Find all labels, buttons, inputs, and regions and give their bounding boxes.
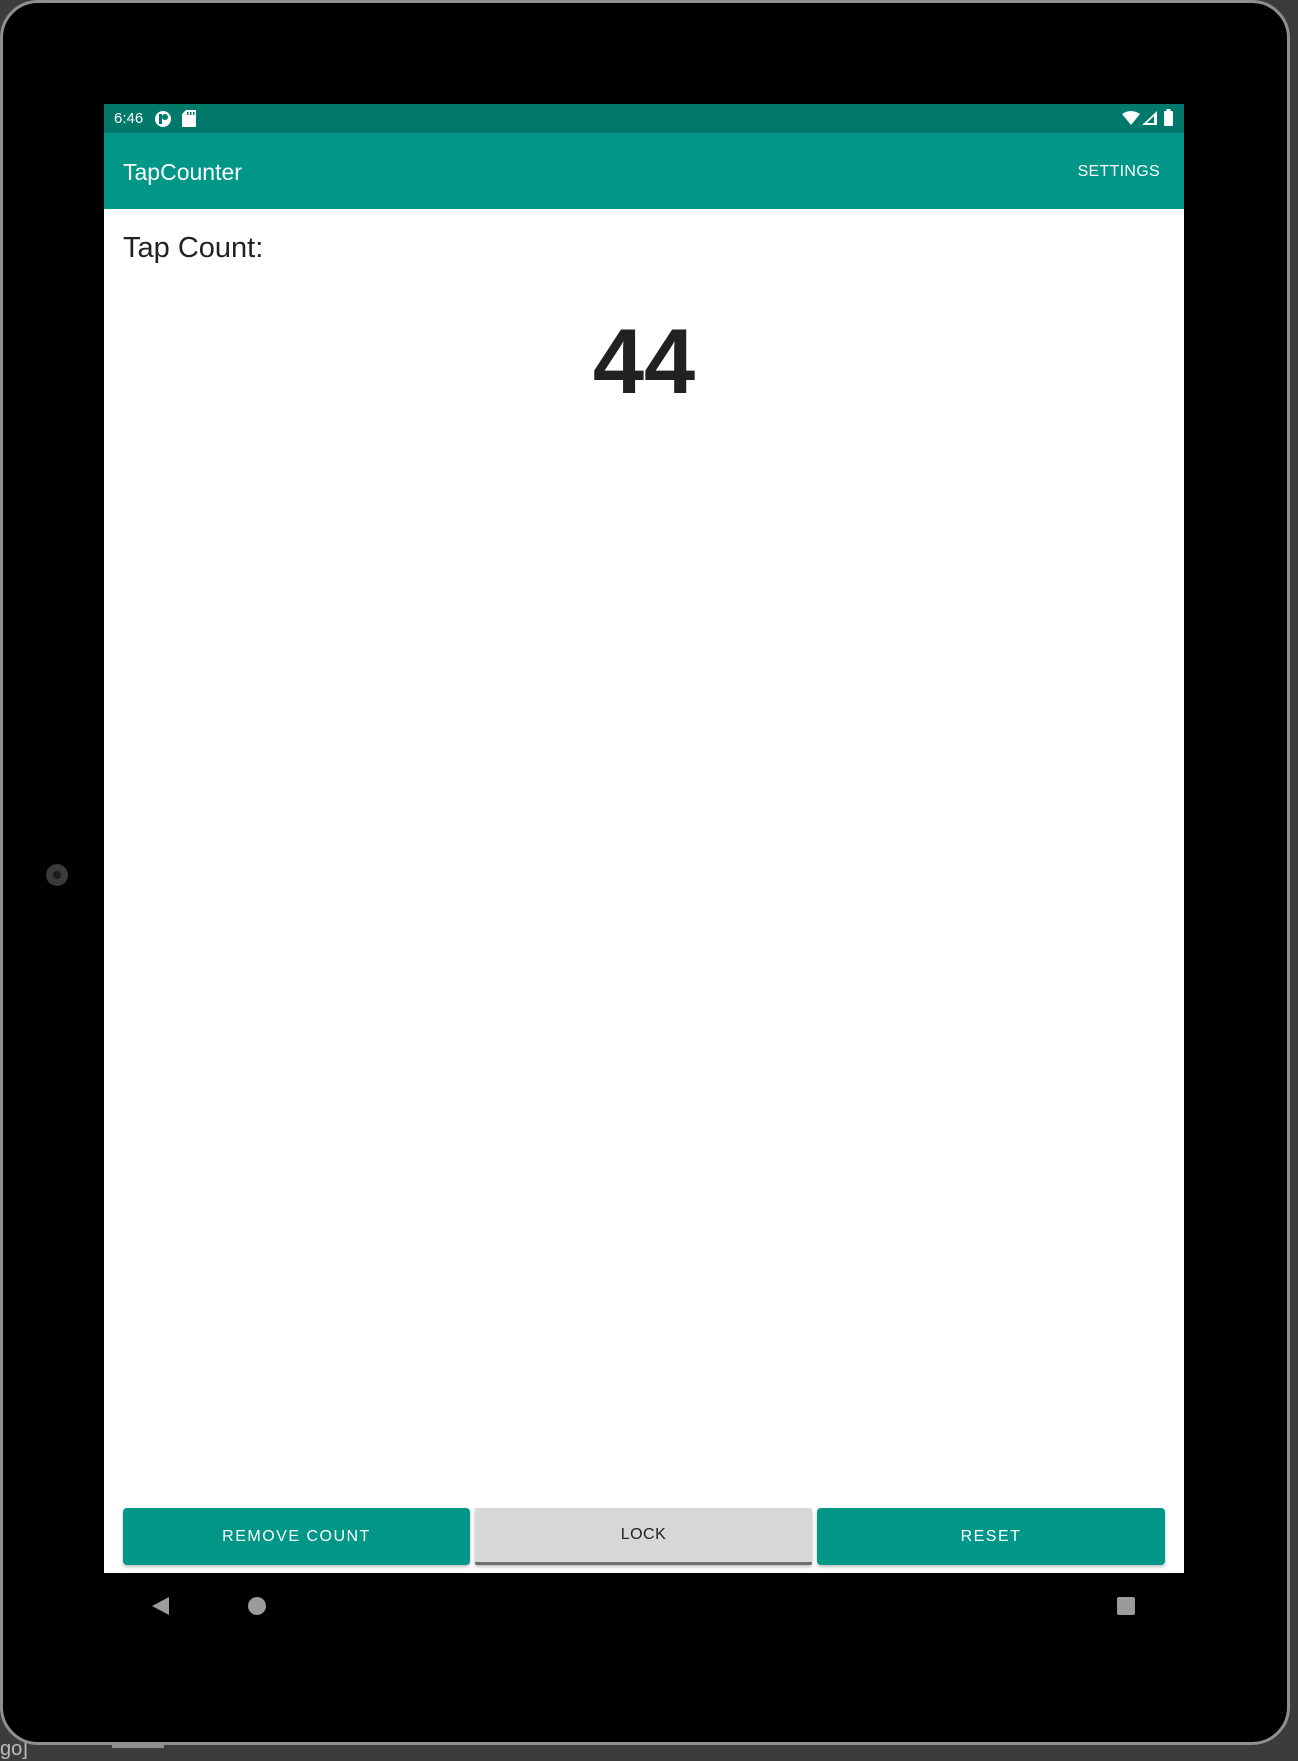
reset-button[interactable]: RESET	[817, 1508, 1165, 1565]
sd-card-icon	[182, 110, 196, 132]
recents-icon[interactable]	[1117, 1597, 1135, 1615]
device-frame-notch	[112, 1745, 164, 1748]
app-bar: TapCounter SETTINGS	[104, 133, 1184, 209]
tap-count-label: Tap Count:	[123, 232, 264, 264]
play-protect-icon	[154, 110, 172, 133]
back-icon[interactable]	[152, 1597, 169, 1615]
app-title: TapCounter	[123, 159, 242, 185]
cell-signal-icon	[1142, 111, 1157, 130]
navigation-bar	[104, 1573, 1184, 1643]
battery-icon	[1164, 109, 1173, 131]
tap-count-value[interactable]: 44	[104, 310, 1184, 415]
device-screen: 6:46 TapCounter SETTINGS Tap Count: 44 R…	[104, 104, 1184, 1573]
lock-label: LOCK	[620, 1526, 667, 1543]
settings-button[interactable]: SETTINGS	[1078, 163, 1160, 181]
home-icon[interactable]	[248, 1597, 266, 1615]
remove-count-label: REMOVE COUNT	[222, 1527, 371, 1545]
remove-count-button[interactable]: REMOVE COUNT	[123, 1508, 470, 1565]
lock-button[interactable]: LOCK	[475, 1508, 812, 1565]
reset-label: RESET	[960, 1527, 1022, 1545]
status-time: 6:46	[114, 110, 144, 127]
wifi-icon	[1122, 111, 1140, 130]
status-bar: 6:46	[104, 104, 1184, 133]
front-camera	[46, 864, 68, 886]
